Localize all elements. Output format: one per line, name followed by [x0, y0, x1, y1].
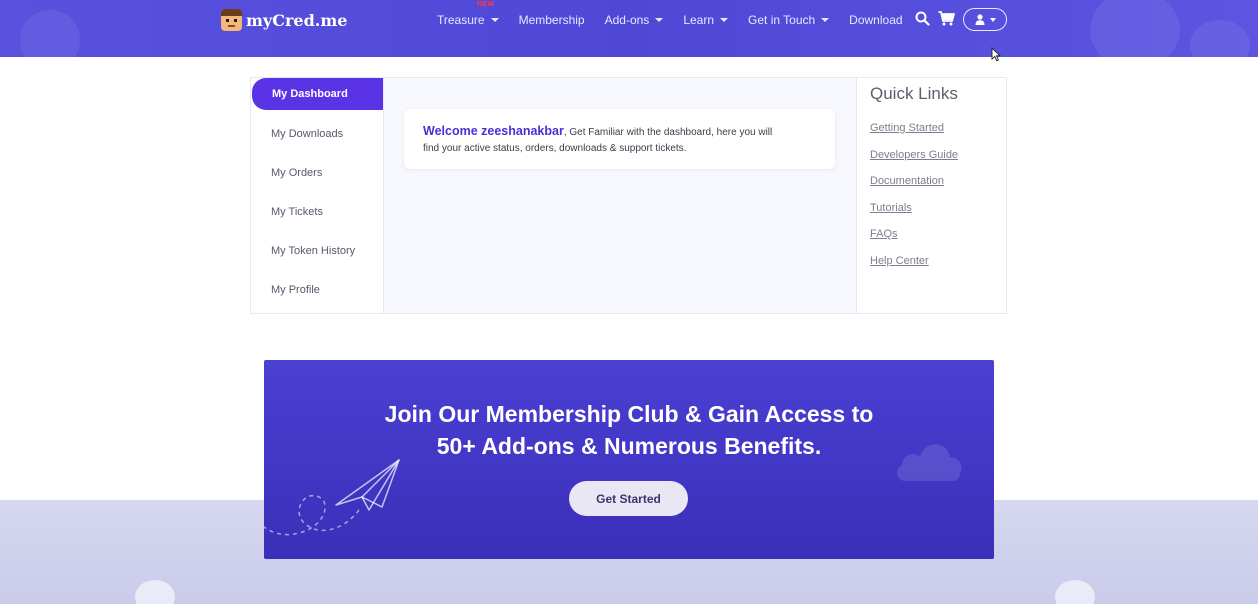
nav-item-label: Membership — [518, 13, 585, 27]
sidebar-item-label: My Profile — [271, 284, 320, 296]
chevron-down-icon — [821, 18, 830, 22]
new-badge: NEW — [477, 1, 495, 8]
nav-item-treasure[interactable]: NEW Treasure — [437, 1, 499, 27]
background-decoration — [135, 580, 175, 604]
nav-item-membership[interactable]: Membership — [519, 13, 585, 27]
quick-link-tutorials[interactable]: Tutorials — [870, 202, 912, 214]
cart-icon[interactable] — [938, 11, 955, 31]
welcome-message-line2: find your active status, orders, downloa… — [423, 143, 687, 154]
logo-mascot-icon — [221, 9, 242, 31]
chevron-down-icon — [720, 18, 729, 22]
banner-title: Join Our Membership Club & Gain Access t… — [264, 398, 994, 462]
sidebar-item-profile[interactable]: My Profile — [251, 274, 384, 306]
user-menu-button[interactable] — [963, 8, 1007, 31]
main-nav: NEW Treasure Membership Add-ons Learn Ge… — [437, 1, 923, 28]
nav-item-label: Treasure — [437, 13, 485, 27]
quick-link-developers-guide[interactable]: Developers Guide — [870, 149, 958, 161]
sidebar-item-orders[interactable]: My Orders — [251, 157, 384, 189]
nav-item-addons[interactable]: Add-ons — [605, 13, 664, 27]
nav-item-label: Add-ons — [604, 13, 650, 27]
background-decoration — [20, 10, 80, 57]
dashboard-sidebar: My Dashboard My Downloads My Orders My T… — [251, 78, 384, 313]
quick-link-documentation[interactable]: Documentation — [870, 175, 944, 187]
chevron-down-icon — [490, 18, 499, 22]
welcome-message-line1: , Get Familiar with the dashboard, here … — [563, 127, 773, 138]
sidebar-item-dashboard[interactable]: My Dashboard — [252, 78, 383, 110]
welcome-greeting: Welcome zeeshanakbar — [423, 124, 564, 138]
dashboard-panel: My Dashboard My Downloads My Orders My T… — [250, 77, 1007, 314]
nav-item-get-in-touch[interactable]: Get in Touch — [748, 13, 830, 27]
background-decoration — [1055, 580, 1095, 604]
nav-item-learn[interactable]: Learn — [683, 13, 729, 27]
sidebar-item-label: My Token History — [271, 245, 356, 257]
site-logo[interactable]: myCred.me — [221, 8, 347, 32]
top-navigation-bar: myCred.me NEW Treasure Membership Add-on… — [0, 0, 1258, 57]
sidebar-item-label: My Dashboard — [272, 88, 348, 100]
membership-banner: Join Our Membership Club & Gain Access t… — [264, 360, 994, 559]
paper-plane-icon — [264, 459, 400, 536]
chevron-down-icon — [655, 18, 664, 22]
get-started-button[interactable]: Get Started — [569, 481, 688, 516]
chevron-down-icon — [989, 17, 996, 22]
sidebar-item-label: My Orders — [271, 167, 323, 179]
background-decoration — [1190, 20, 1250, 57]
sidebar-item-label: My Downloads — [271, 128, 344, 140]
logo-text: myCred.me — [246, 10, 348, 30]
quick-link-help-center[interactable]: Help Center — [870, 255, 929, 267]
nav-item-label: Get in Touch — [748, 13, 816, 27]
sidebar-item-label: My Tickets — [271, 206, 323, 218]
sidebar-item-token-history[interactable]: My Token History — [251, 235, 384, 267]
welcome-card: Welcome zeeshanakbar, Get Familiar with … — [404, 109, 835, 169]
quick-link-getting-started[interactable]: Getting Started — [870, 122, 944, 134]
nav-item-label: Learn — [683, 13, 715, 27]
quick-links-panel: Quick Links Getting Started Developers G… — [856, 78, 1006, 313]
mouse-cursor-icon — [991, 47, 1001, 62]
nav-item-label: Download — [849, 13, 903, 27]
banner-title-line2: 50+ Add-ons & Numerous Benefits. — [436, 433, 822, 459]
background-decoration — [1090, 0, 1180, 57]
user-icon — [975, 14, 984, 25]
dashboard-content: Welcome zeeshanakbar, Get Familiar with … — [384, 78, 856, 313]
quick-link-faqs[interactable]: FAQs — [870, 228, 898, 240]
quick-links-title: Quick Links — [870, 84, 958, 103]
nav-item-download[interactable]: Download — [849, 13, 902, 27]
search-icon[interactable] — [915, 11, 930, 31]
sidebar-item-downloads[interactable]: My Downloads — [251, 118, 384, 150]
sidebar-item-tickets[interactable]: My Tickets — [251, 196, 384, 228]
banner-title-line1: Join Our Membership Club & Gain Access t… — [384, 401, 874, 427]
